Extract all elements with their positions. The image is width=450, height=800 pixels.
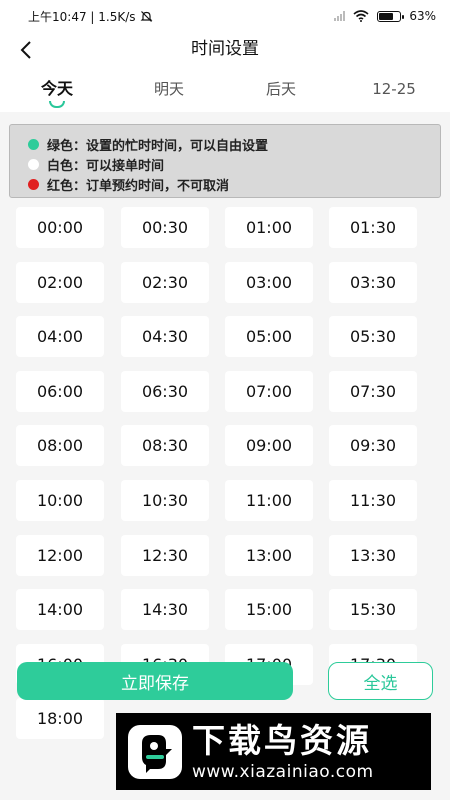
time-slot[interactable]: 13:00: [225, 534, 313, 576]
tab-label: 今天: [40, 79, 73, 98]
time-slot[interactable]: 14:00: [16, 589, 104, 631]
time-slot[interactable]: 15:00: [225, 589, 313, 631]
time-slot[interactable]: 11:30: [329, 480, 417, 521]
time-slot[interactable]: 07:30: [329, 370, 417, 412]
time-slot[interactable]: 05:00: [225, 316, 313, 358]
white-dot-icon: [28, 158, 39, 170]
time-slot[interactable]: 06:30: [121, 370, 209, 412]
time-slot[interactable]: 12:30: [121, 534, 209, 576]
time-slot[interactable]: 09:30: [329, 425, 417, 467]
battery-icon: [377, 10, 405, 22]
time-slot[interactable]: 12:00: [16, 534, 104, 576]
time-slot[interactable]: 13:30: [329, 534, 417, 576]
legend-text: 白色：可以接单时间: [47, 158, 165, 174]
time-slot[interactable]: 09:00: [225, 425, 313, 467]
bird-logo-icon: [128, 724, 182, 779]
legend-text: 绿色：设置的忙时时间，可以自由设置: [47, 138, 269, 154]
date-tabs: 今天 明天 后天 12-25: [0, 68, 450, 112]
signal-icon: [334, 11, 346, 21]
time-slot[interactable]: 08:30: [121, 425, 209, 467]
watermark-text: 下载鸟资源 www.xiazainiao.com: [192, 721, 374, 783]
page-title: 时间设置: [191, 39, 259, 59]
time-slot[interactable]: 05:30: [329, 316, 417, 358]
wifi-icon: [353, 10, 369, 22]
legend-text: 红色：订单预约时间，不可取消: [47, 178, 230, 194]
time-slot[interactable]: 00:00: [16, 207, 104, 248]
time-slot[interactable]: 10:00: [16, 480, 104, 521]
green-dot-icon: [28, 138, 39, 150]
mute-bell-icon: [140, 10, 152, 22]
tab-label: 后天: [265, 80, 296, 98]
time-slot[interactable]: 18:00: [16, 698, 104, 740]
time-slot[interactable]: 15:30: [329, 589, 417, 631]
time-slot[interactable]: 08:00: [16, 425, 104, 467]
battery-percent: 63%: [409, 9, 436, 23]
time-slot[interactable]: 11:00: [225, 480, 313, 521]
time-slot[interactable]: 03:00: [225, 261, 313, 303]
active-tab-indicator: [49, 101, 65, 108]
watermark: 下载鸟资源 www.xiazainiao.com: [116, 713, 431, 790]
time-slot[interactable]: 02:00: [16, 261, 104, 303]
save-button[interactable]: 立即保存: [17, 662, 293, 700]
watermark-title: 下载鸟资源: [192, 720, 372, 760]
color-legend: 绿色：设置的忙时时间，可以自由设置 白色：可以接单时间 红色：订单预约时间，不可…: [9, 124, 441, 198]
time-slot[interactable]: 10:30: [121, 480, 209, 521]
watermark-url: www.xiazainiao.com: [192, 761, 374, 782]
status-right: 63%: [334, 9, 436, 23]
legend-item-available: 白色：可以接单时间: [28, 154, 440, 174]
select-all-button[interactable]: 全选: [328, 662, 433, 700]
tab-day-after-tomorrow[interactable]: 后天: [246, 68, 316, 112]
time-slot[interactable]: 03:30: [329, 261, 417, 303]
red-dot-icon: [28, 178, 39, 190]
legend-item-busy: 绿色：设置的忙时时间，可以自由设置: [28, 134, 440, 154]
tab-label: 12-25: [372, 80, 416, 98]
tab-label: 明天: [153, 80, 184, 98]
time-slot[interactable]: 04:00: [16, 316, 104, 358]
legend-item-booked: 红色：订单预约时间，不可取消: [28, 174, 440, 194]
tab-today[interactable]: 今天: [22, 68, 92, 112]
status-time: 上午10:47 | 1.5K/s: [28, 9, 136, 24]
time-slot[interactable]: 04:30: [121, 316, 209, 358]
nav-bar: 时间设置: [0, 32, 450, 68]
status-bar: 上午10:47 | 1.5K/s 63%: [0, 0, 450, 32]
time-slot[interactable]: 02:30: [121, 261, 209, 303]
time-slot[interactable]: 00:30: [121, 207, 209, 248]
time-slot[interactable]: 14:30: [121, 589, 209, 631]
time-slot[interactable]: 01:30: [329, 207, 417, 248]
time-slot[interactable]: 06:00: [16, 370, 104, 412]
tab-date-12-25[interactable]: 12-25: [359, 68, 429, 112]
time-slot[interactable]: 07:00: [225, 370, 313, 412]
time-slot[interactable]: 01:00: [225, 207, 313, 248]
tab-tomorrow[interactable]: 明天: [134, 68, 204, 112]
status-left: 上午10:47 | 1.5K/s: [28, 8, 153, 25]
